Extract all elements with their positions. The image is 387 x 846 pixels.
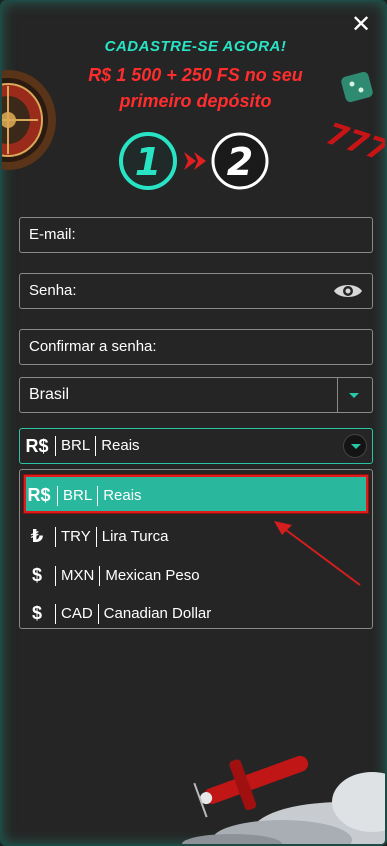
currency-option-row: $ CAD Canadian Dollar [24,603,211,624]
currency-option-row: R$ BRL Reais [26,485,142,506]
currency-name: Lira Turca [101,528,169,545]
promo-line-2: primeiro depósito [119,91,272,111]
password-field[interactable]: Senha: [19,273,373,309]
registration-modal: ✕ 777 CADASTRE-SE AGORA! R$ 1 500 + 250 … [0,0,387,846]
currency-name: Mexican Peso [105,567,200,584]
currency-name: Reais [103,487,142,504]
country-select[interactable]: Brasil [19,377,373,413]
currency-option-row: ₺ TRY Lira Turca [24,526,168,547]
close-icon[interactable]: ✕ [351,11,371,38]
currency-option-row: $ MXN Mexican Peso [24,565,200,586]
confirm-password-field[interactable]: Confirmar a senha: [19,329,373,365]
promo-line-1: R$ 1 500 + 250 FS no seu [88,65,303,85]
separator [55,436,56,456]
sevens-icon: 777 [325,116,387,166]
currency-code: CAD [61,605,93,622]
step-2: 2 [227,140,253,184]
password-placeholder: Senha: [29,282,77,299]
separator [97,485,99,506]
arrow-annotation-icon [274,521,361,586]
svg-text:777: 777 [325,116,387,166]
currency-code: BRL [61,437,91,454]
close-button[interactable]: ✕ [351,11,371,38]
promo-text: R$ 1 500 + 250 FS no seu primeiro depósi… [2,62,385,114]
currency-code: TRY [61,528,91,545]
signup-headline: CADASTRE-SE AGORA! [104,38,287,55]
step-indicator: 1 2 [119,132,269,190]
separator [55,603,56,624]
currency-symbol: R$ [27,485,51,505]
separator [97,603,99,624]
separator [55,565,56,586]
currency-symbol: $ [31,565,42,585]
currency-symbol: ₺ [30,526,44,546]
separator [57,485,58,506]
step-1: 1 [135,140,161,184]
currency-option-cad[interactable]: $ CAD Canadian Dollar [20,594,372,632]
separator [95,526,97,547]
chevron-down-icon[interactable] [343,434,367,458]
currency-select[interactable]: R$ BRL Reais [19,428,373,464]
currency-name: Reais [101,437,140,454]
eye-icon[interactable] [333,282,363,300]
separator [99,565,101,586]
currency-symbol: R$ [25,436,49,456]
currency-code: MXN [61,567,95,584]
currency-code: BRL [63,487,93,504]
email-placeholder: E-mail: [29,226,76,243]
currency-option-brl[interactable]: R$ BRL Reais [24,475,368,513]
confirm-password-placeholder: Confirmar a senha: [29,338,157,355]
country-value: Brasil [29,386,70,403]
separator [55,526,56,547]
currency-symbol: $ [31,603,42,623]
currency-selected-value: R$ BRL Reais [24,429,140,463]
airplane-icon [182,755,385,844]
select-divider [337,378,338,412]
email-field[interactable]: E-mail: [19,217,373,253]
currency-name: Canadian Dollar [103,605,212,622]
separator [95,436,97,456]
chevron-down-icon[interactable] [349,393,359,398]
